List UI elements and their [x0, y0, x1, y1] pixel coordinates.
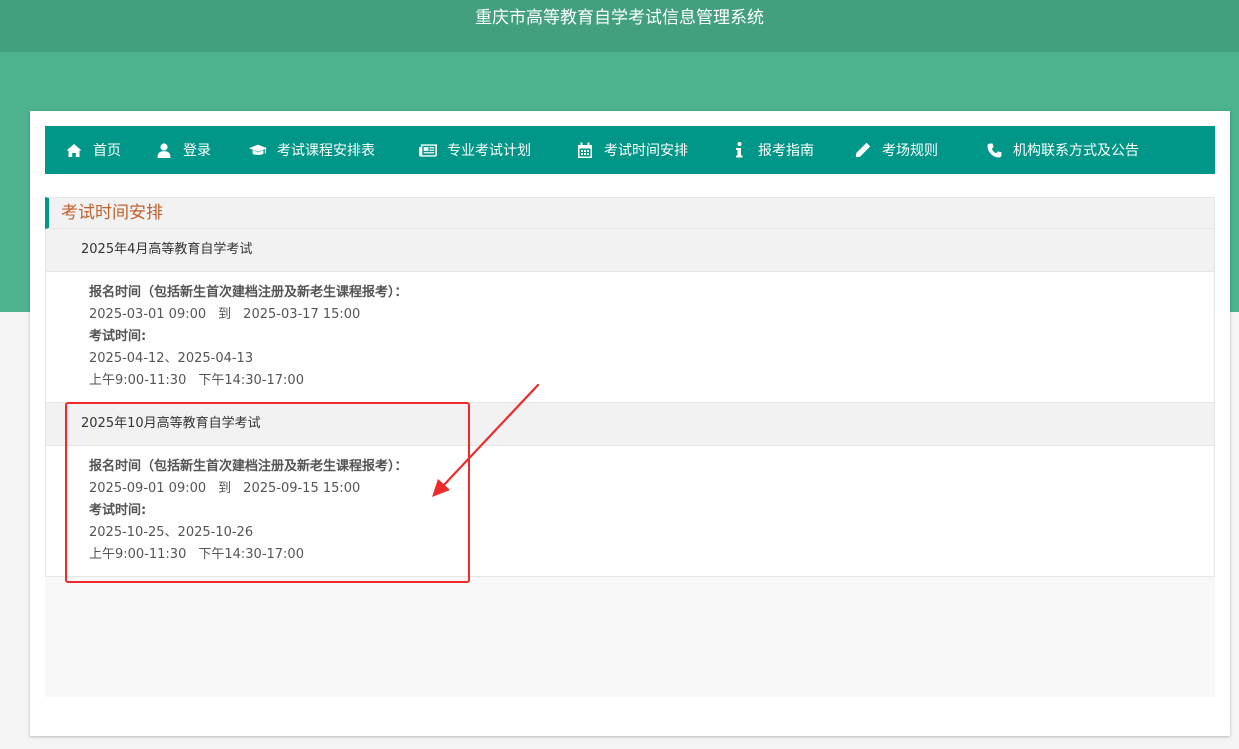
annotation-arrow [432, 383, 540, 497]
